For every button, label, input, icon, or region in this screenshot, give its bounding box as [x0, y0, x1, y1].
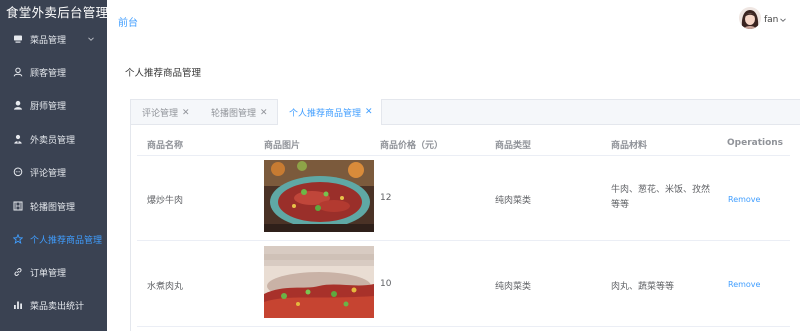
sidebar-item-label: 菜品卖出统计: [30, 301, 85, 312]
page-title: 个人推荐商品管理: [125, 68, 202, 79]
chevron-down-icon: [88, 37, 94, 41]
dish-price-cell: 10: [380, 279, 392, 289]
bar-chart-icon: [12, 299, 24, 311]
dish-image: [264, 246, 374, 318]
dish-price-cell: 12: [380, 193, 392, 203]
tab-label: 轮播图管理: [211, 109, 257, 119]
column-header-type: 商品类型: [495, 141, 532, 151]
chef-icon: [12, 99, 24, 111]
dish-name-cell: 爆炒牛肉: [147, 196, 184, 206]
sidebar-item-recommended[interactable]: 个人推荐商品管理: [0, 229, 107, 249]
close-icon[interactable]: ✕: [365, 107, 373, 117]
sidebar-item-dishes[interactable]: 菜品管理: [0, 29, 107, 49]
remove-button[interactable]: Remove: [728, 195, 760, 204]
tab-recommended[interactable]: 个人推荐商品管理 ✕: [277, 99, 382, 125]
sidebar: 食堂外卖后台管理 菜品管理 顾客管理 厨师管理 外卖员管理 评论管理 轮播图管理…: [0, 0, 109, 331]
panel-border: [130, 125, 131, 331]
dish-type-cell: 纯肉菜类: [495, 282, 532, 292]
courier-icon: [12, 133, 24, 145]
column-header-name: 商品名称: [147, 141, 184, 151]
table-divider: [137, 155, 790, 156]
sidebar-item-label: 外卖员管理: [30, 135, 76, 146]
table-divider: [137, 326, 790, 327]
link-icon: [12, 266, 24, 278]
column-header-image: 商品图片: [264, 141, 301, 151]
avatar[interactable]: [739, 7, 761, 29]
dish-materials-cell: 牛肉、葱花、米饭、孜然等等: [611, 185, 711, 210]
film-icon: [12, 200, 24, 212]
sidebar-item-chefs[interactable]: 厨师管理: [0, 95, 107, 115]
app-title: 食堂外卖后台管理: [6, 5, 109, 20]
star-icon: [12, 233, 24, 245]
tab-comments[interactable]: 评论管理 ✕: [142, 100, 190, 125]
sidebar-item-sales-stats[interactable]: 菜品卖出统计: [0, 295, 107, 315]
column-header-operations: Operations: [727, 138, 784, 148]
sidebar-item-label: 轮播图管理: [30, 202, 76, 213]
close-icon[interactable]: ✕: [182, 108, 190, 118]
username-label: fan: [764, 15, 779, 25]
comment-icon: [12, 166, 24, 178]
sidebar-item-label: 评论管理: [30, 168, 67, 179]
sidebar-item-label: 个人推荐商品管理: [30, 235, 103, 246]
sidebar-item-label: 订单管理: [30, 268, 67, 279]
chevron-down-icon: [780, 18, 787, 22]
column-header-price: 商品价格（元）: [380, 141, 444, 151]
tab-bar: 评论管理 ✕ 轮播图管理 ✕ 个人推荐商品管理 ✕: [130, 99, 800, 125]
table-divider: [137, 240, 790, 241]
tab-label: 个人推荐商品管理: [289, 108, 362, 119]
tab-carousel[interactable]: 轮播图管理 ✕: [211, 100, 268, 125]
tab-label: 评论管理: [142, 109, 179, 119]
user-icon: [12, 66, 24, 78]
sidebar-item-orders[interactable]: 订单管理: [0, 262, 107, 282]
sidebar-item-label: 厨师管理: [30, 101, 67, 112]
sidebar-item-comments[interactable]: 评论管理: [0, 162, 107, 182]
dish-image: [264, 160, 374, 232]
dish-type-cell: 纯肉菜类: [495, 196, 532, 206]
sidebar-item-label: 顾客管理: [30, 68, 67, 79]
dish-name-cell: 水煮肉丸: [147, 282, 184, 292]
sidebar-item-customers[interactable]: 顾客管理: [0, 62, 107, 82]
remove-button[interactable]: Remove: [728, 280, 760, 289]
column-header-materials: 商品材料: [611, 141, 648, 151]
user-menu[interactable]: fan: [764, 15, 787, 25]
sidebar-item-label: 菜品管理: [30, 35, 67, 46]
sidebar-item-carousel[interactable]: 轮播图管理: [0, 196, 107, 216]
front-page-link[interactable]: 前台: [118, 14, 138, 29]
close-icon[interactable]: ✕: [260, 108, 268, 118]
main-content: 前台 fan 个人推荐商品管理 评论管理 ✕ 轮播图管理 ✕ 个人推荐商品管理: [107, 0, 800, 331]
dish-materials-cell: 肉丸、蔬菜等等: [611, 282, 675, 292]
sidebar-item-couriers[interactable]: 外卖员管理: [0, 129, 107, 149]
dish-icon: [12, 33, 24, 45]
top-bar: 前台 fan: [107, 0, 800, 40]
